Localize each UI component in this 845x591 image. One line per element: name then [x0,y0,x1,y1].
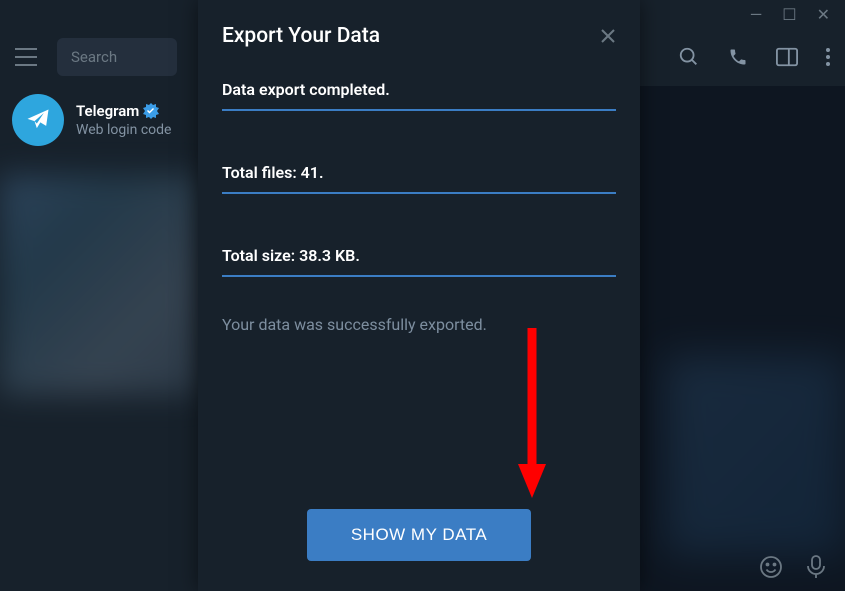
chat-info: Telegram Web login code [76,102,186,138]
chat-list-item[interactable]: Telegram Web login code [0,86,198,154]
verified-badge-icon [143,103,159,119]
chat-preview: Web login code [76,122,186,138]
close-window-button[interactable]: ✕ [817,5,830,24]
window-controls: — ☐ ✕ [750,0,845,28]
show-my-data-button[interactable]: SHOW MY DATA [307,509,531,561]
export-status: Data export completed. [222,66,616,111]
chat-name: Telegram [76,102,139,120]
total-size: Total size: 38.3 KB. [222,232,616,277]
success-message: Your data was successfully exported. [222,315,616,334]
search-placeholder: Search [71,48,117,66]
input-actions [759,555,827,579]
microphone-icon[interactable] [805,555,827,579]
chat-bg [665,356,845,556]
avatar [12,94,64,146]
close-modal-button[interactable] [600,28,616,44]
search-input[interactable]: Search [57,38,177,76]
sidebar-toggle-icon[interactable] [776,47,798,67]
maximize-button[interactable]: ☐ [782,5,796,24]
total-files: Total files: 41. [222,149,616,194]
hamburger-menu-icon[interactable] [15,48,37,66]
export-data-modal: Export Your Data Data export completed. … [198,0,640,591]
search-icon[interactable] [678,46,700,68]
emoji-icon[interactable] [759,555,783,579]
sidebar-blur-bg [0,175,198,395]
minimize-button[interactable]: — [750,5,763,24]
more-icon[interactable] [826,48,830,66]
modal-title: Export Your Data [222,24,380,48]
phone-icon[interactable] [728,47,748,67]
